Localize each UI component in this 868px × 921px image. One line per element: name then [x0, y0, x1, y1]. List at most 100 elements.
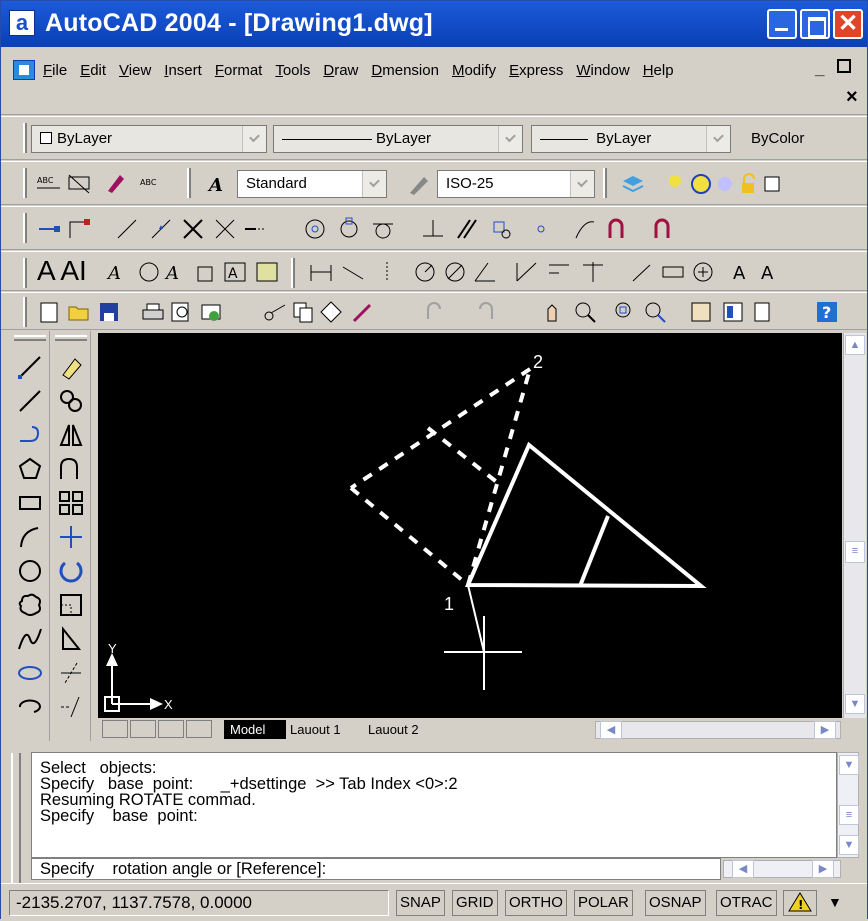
command-history[interactable]: Select objects: Specify base point: _+ds… [31, 752, 837, 858]
snap-insert-icon[interactable] [487, 215, 515, 243]
cut-icon[interactable] [261, 298, 289, 326]
tab-layout-1[interactable]: Lauout 1 [290, 722, 341, 737]
dim-style-icon[interactable] [405, 170, 433, 198]
text-style-icon[interactable]: A [205, 170, 233, 198]
angular-dimension-icon[interactable] [471, 258, 499, 286]
properties-icon[interactable] [687, 298, 715, 326]
grid-toggle[interactable]: GRID [452, 890, 498, 916]
revision-cloud-icon[interactable] [16, 591, 44, 619]
dim-style-combo[interactable]: ISO-25 [437, 170, 595, 198]
scroll-left-button[interactable]: ◀ [732, 860, 754, 878]
print-preview-icon[interactable] [167, 298, 195, 326]
undo-icon[interactable] [421, 298, 449, 326]
tolerance-icon[interactable] [659, 258, 687, 286]
menu-edit[interactable]: Edit [80, 62, 106, 79]
stretch-icon[interactable] [57, 625, 85, 653]
toolbar-grip[interactable] [23, 123, 27, 153]
trim-icon[interactable] [57, 659, 85, 687]
construction-line-icon[interactable] [16, 387, 44, 415]
chevron-down-icon[interactable] [498, 126, 522, 152]
toolbar-grip[interactable] [23, 168, 27, 198]
spell-icon[interactable] [137, 258, 165, 286]
command-window-grip[interactable] [11, 753, 21, 883]
new-file-icon[interactable] [35, 298, 63, 326]
lineweight-combo[interactable]: ByLayer [531, 125, 731, 153]
find-replace-icon[interactable] [65, 170, 93, 198]
menu-view[interactable]: View [119, 62, 151, 79]
layer-on-icon[interactable] [661, 170, 689, 198]
spline-icon[interactable] [16, 625, 44, 653]
array-icon[interactable] [57, 489, 85, 517]
snap-midpoint-icon[interactable] [147, 215, 175, 243]
toolbar-grip[interactable] [23, 258, 27, 288]
menu-express[interactable]: Express [509, 62, 563, 79]
text-icon[interactable]: A AI [37, 255, 87, 287]
linear-dimension-icon[interactable] [307, 258, 335, 286]
scroll-right-button[interactable]: ▶ [812, 860, 834, 878]
spell-check-icon[interactable]: ABC [35, 170, 63, 198]
open-folder-icon[interactable] [65, 298, 93, 326]
text-scale-icon[interactable]: ABC [137, 170, 165, 198]
menu-tools[interactable]: Tools [275, 62, 310, 79]
polar-toggle[interactable]: POLAR [574, 890, 633, 916]
snap-perpendicular-icon[interactable] [419, 215, 447, 243]
text-frame-icon[interactable] [191, 258, 219, 286]
zoom-realtime-icon[interactable] [571, 298, 599, 326]
layers-icon[interactable] [619, 170, 647, 198]
scroll-thumb[interactable]: ≡ [845, 541, 865, 563]
snap-nearest-icon[interactable] [571, 215, 599, 243]
prev-tab-button[interactable] [130, 720, 156, 738]
scroll-up-button[interactable]: ▼ [839, 755, 859, 775]
print-icon[interactable] [139, 298, 167, 326]
text-scale-icon[interactable] [253, 258, 281, 286]
erase-icon[interactable] [57, 353, 85, 381]
help-icon[interactable]: ? [813, 298, 841, 326]
status-menu-arrow-icon[interactable]: ▼ [825, 890, 845, 916]
command-vertical-scrollbar[interactable]: ▼ ≡ ▼ [837, 752, 859, 858]
paste-icon[interactable] [317, 298, 345, 326]
menu-draw[interactable]: Draw [323, 62, 358, 79]
temp-tracking-icon[interactable] [35, 215, 63, 243]
rotate-icon[interactable] [57, 557, 85, 585]
rectangle-icon[interactable] [16, 489, 44, 517]
scroll-right-button[interactable]: ▶ [814, 721, 836, 739]
drawing-canvas-svg[interactable]: Y X 1 2 [98, 333, 842, 718]
snap-extension-icon[interactable] [241, 215, 269, 243]
snap-toggle[interactable]: SNAP [396, 890, 445, 916]
text-edit-icon[interactable] [101, 170, 129, 198]
maximize-button[interactable] [800, 9, 830, 39]
scroll-down-button[interactable]: ▼ [845, 694, 865, 714]
menu-window[interactable]: Window [576, 62, 629, 79]
snap-center-icon[interactable] [301, 215, 329, 243]
center-mark-icon[interactable] [689, 258, 717, 286]
offset-icon[interactable] [57, 455, 85, 483]
next-tab-button[interactable] [158, 720, 184, 738]
copy-object-icon[interactable] [57, 387, 85, 415]
tab-model[interactable]: Model [224, 720, 286, 739]
drawing-vertical-scrollbar[interactable]: ▲ ≡ ▼ [843, 333, 866, 718]
text-find-icon[interactable]: A [163, 258, 191, 286]
layer-combo[interactable]: ByLayer [31, 125, 267, 153]
snap-endpoint-icon[interactable] [113, 215, 141, 243]
snap-quadrant-icon[interactable] [335, 215, 363, 243]
mirror-icon[interactable] [57, 421, 85, 449]
arc-icon[interactable] [16, 523, 44, 551]
plot-style-value[interactable]: ByColor [751, 130, 804, 147]
leader-icon[interactable] [629, 258, 657, 286]
circle-icon[interactable] [16, 557, 44, 585]
aligned-dimension-icon[interactable] [339, 258, 367, 286]
toolbar-grip[interactable] [23, 213, 27, 243]
ellipse-icon[interactable] [16, 659, 44, 687]
menu-insert[interactable]: Insert [164, 62, 202, 79]
document-icon[interactable] [13, 60, 35, 80]
scroll-up-button[interactable]: ▲ [845, 335, 865, 355]
extend-icon[interactable] [57, 693, 85, 721]
toolbar-grip[interactable] [603, 168, 607, 198]
last-tab-button[interactable] [186, 720, 212, 738]
menu-help[interactable]: Help [643, 62, 674, 79]
autocad-app-icon[interactable]: a [9, 10, 35, 36]
polyline-icon[interactable] [16, 421, 44, 449]
command-horizontal-scrollbar[interactable]: ◀ ▶ [723, 860, 841, 878]
toolbar-grip[interactable] [187, 168, 191, 198]
zoom-window-icon[interactable] [611, 298, 639, 326]
